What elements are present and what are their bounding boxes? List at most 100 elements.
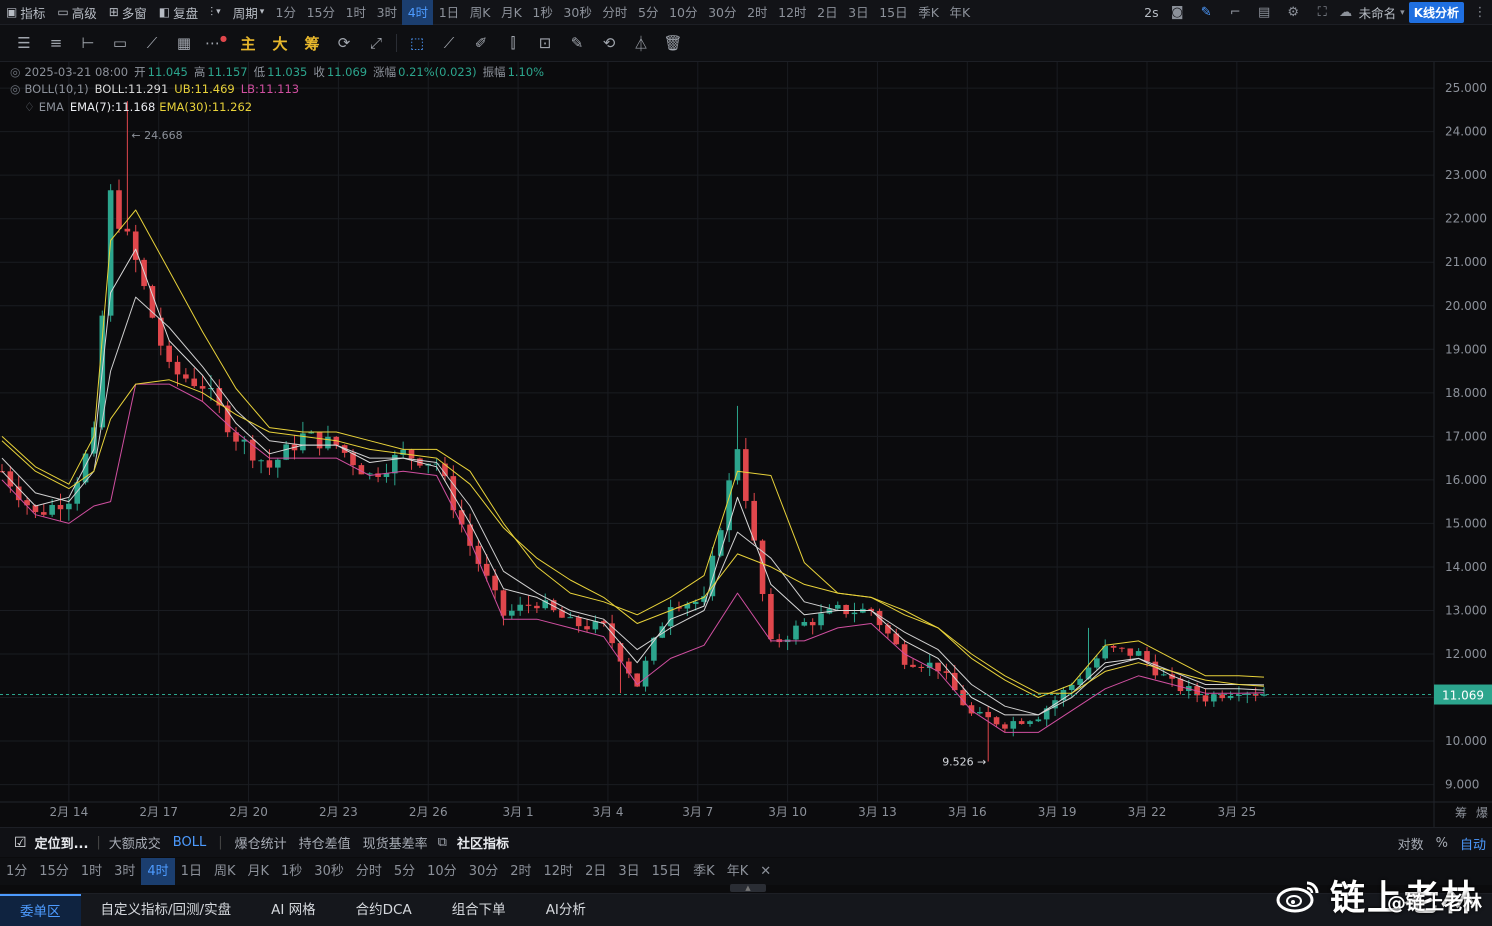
close-icon[interactable]: ✕ — [754, 858, 777, 885]
note-icon[interactable]: ✎ — [561, 34, 593, 52]
pattern-icon[interactable]: ⫿ — [497, 34, 529, 52]
bottom-period-19[interactable]: 季K — [687, 858, 721, 885]
ema-name[interactable]: EMA — [39, 100, 64, 114]
top-period-15[interactable]: 12时 — [773, 0, 812, 25]
top-period-2[interactable]: 1时 — [340, 0, 371, 25]
bottom-period-4[interactable]: 4时 — [141, 858, 175, 885]
more-icon[interactable]: ⋮ — [1468, 5, 1492, 20]
brush-icon[interactable]: ✐ — [465, 34, 497, 52]
log-scale-toggle[interactable]: 对数 — [1392, 834, 1430, 853]
bottom-period-0[interactable]: 1分 — [0, 858, 33, 885]
compare-icon[interactable]: ⟳ — [328, 34, 360, 52]
bottom-period-2[interactable]: 1时 — [75, 858, 108, 885]
basis-button[interactable]: 现货基差率 — [357, 833, 434, 852]
bottom-period-11[interactable]: 5分 — [388, 858, 421, 885]
rectangle-icon[interactable]: ▭ — [104, 34, 136, 52]
boll-button[interactable]: BOLL — [167, 835, 212, 850]
indicator-button[interactable]: ▣ 指标 — [0, 0, 51, 25]
bottom-tab-4[interactable]: 组合下单 — [432, 894, 526, 926]
resize-handle[interactable]: ▲ — [730, 884, 766, 892]
percent-scale-toggle[interactable]: % — [1430, 836, 1454, 851]
bottom-period-14[interactable]: 2时 — [504, 858, 537, 885]
top-period-7[interactable]: 月K — [496, 0, 527, 25]
top-period-17[interactable]: 3日 — [843, 0, 874, 25]
bottom-period-17[interactable]: 3日 — [612, 858, 645, 885]
top-period-13[interactable]: 30分 — [703, 0, 742, 25]
replay-button[interactable]: ◧ 复盘 — [153, 0, 204, 25]
magnet-icon[interactable]: ⟲ — [593, 34, 625, 52]
oi-diff-button[interactable]: 持仓差值 — [293, 833, 357, 852]
trendline-icon[interactable]: ⟋ — [433, 34, 465, 52]
top-period-18[interactable]: 15日 — [874, 0, 913, 25]
bottom-period-6[interactable]: 周K — [208, 858, 242, 885]
sliders-icon[interactable]: ☰ — [8, 34, 40, 52]
bottom-tab-2[interactable]: AI 网格 — [251, 894, 336, 926]
chart-canvas[interactable]: 25.000 24.000 23.000 22.000 21.000 20.000 19.0… — [0, 62, 1492, 827]
bottom-period-3[interactable]: 3时 — [108, 858, 141, 885]
kline-analysis-button[interactable]: K线分析 — [1408, 2, 1464, 23]
bottom-tab-3[interactable]: 合约DCA — [336, 894, 432, 926]
multi-window-button[interactable]: ⊞ 多窗 — [103, 0, 153, 25]
bottom-period-18[interactable]: 15日 — [646, 858, 688, 885]
bottom-period-15[interactable]: 12时 — [538, 858, 580, 885]
ruler-icon[interactable]: ⟋ — [136, 34, 168, 52]
bottom-period-7[interactable]: 月K — [241, 858, 275, 885]
bottom-period-13[interactable]: 30分 — [463, 858, 505, 885]
top-period-16[interactable]: 2日 — [812, 0, 843, 25]
top-period-8[interactable]: 1秒 — [527, 0, 558, 25]
locate-button[interactable]: 定位到... — [29, 833, 95, 852]
layout-name[interactable]: 未命名 — [1355, 3, 1401, 22]
top-period-0[interactable]: 1分 — [270, 0, 301, 25]
community-indicator-button[interactable]: 社区指标 — [451, 833, 515, 852]
eye-icon[interactable]: ◎ — [10, 82, 20, 96]
settings-icon[interactable]: ⚙ — [1279, 5, 1308, 20]
calendar-check-icon[interactable]: ☑ — [14, 835, 27, 851]
window-icon[interactable]: ▤ — [1250, 5, 1279, 20]
top-period-10[interactable]: 分时 — [597, 0, 633, 25]
trash-icon[interactable]: 🗑 — [657, 34, 689, 52]
bottom-period-12[interactable]: 10分 — [421, 858, 463, 885]
bottom-tab-5[interactable]: AI分析 — [526, 894, 606, 926]
bottom-tab-0[interactable]: 委单区 — [0, 893, 81, 926]
boll-name[interactable]: BOLL(10,1) — [24, 82, 88, 96]
period-dropdown[interactable]: 周期 ▾ — [227, 0, 271, 25]
top-period-1[interactable]: 15分 — [301, 0, 340, 25]
eye-icon[interactable]: ◎ — [10, 65, 20, 79]
kline-chart[interactable]: 25.000 24.000 23.000 22.000 21.000 20.000 19.0… — [0, 62, 1492, 827]
fullscreen-icon[interactable]: ⛶ — [1308, 5, 1337, 20]
chips-toggle[interactable]: 筹 — [296, 33, 328, 54]
lock-icon[interactable]: ⊡ — [529, 34, 561, 52]
pencil-icon[interactable]: ✎ — [1192, 5, 1221, 20]
top-period-14[interactable]: 2时 — [742, 0, 773, 25]
advanced-button[interactable]: ▭ 高级 — [51, 0, 102, 25]
auto-scale-toggle[interactable]: 自动 — [1454, 834, 1492, 853]
top-period-20[interactable]: 年K — [944, 0, 975, 25]
bottom-period-8[interactable]: 1秒 — [275, 858, 308, 885]
bottom-period-20[interactable]: 年K — [721, 858, 755, 885]
top-period-12[interactable]: 10分 — [664, 0, 703, 25]
bottom-period-16[interactable]: 2日 — [579, 858, 612, 885]
crop-icon[interactable]: ⌐ — [1221, 5, 1250, 20]
bottom-period-5[interactable]: 1日 — [175, 858, 208, 885]
chart-type-button[interactable]: ⫶ ▾ — [204, 0, 227, 25]
main-chart-toggle[interactable]: 主 — [232, 33, 264, 54]
top-period-11[interactable]: 5分 — [633, 0, 664, 25]
liquidation-button[interactable]: 爆仓统计 — [229, 833, 293, 852]
more-tools-icon[interactable]: ⋯● — [200, 34, 232, 52]
select-icon[interactable]: ⬚ — [401, 34, 433, 52]
top-period-3[interactable]: 3时 — [371, 0, 402, 25]
strategy-icon[interactable]: ⤢ — [360, 34, 392, 52]
bottom-period-10[interactable]: 分时 — [350, 858, 388, 885]
top-period-6[interactable]: 周K — [464, 0, 495, 25]
refresh-rate[interactable]: 2s — [1140, 5, 1162, 20]
bottom-tab-1[interactable]: 自定义指标/回测/实盘 — [81, 894, 252, 926]
top-period-9[interactable]: 30秒 — [558, 0, 597, 25]
filter-icon[interactable]: ⏃ — [625, 33, 657, 54]
measure-icon[interactable]: ▦ — [168, 34, 200, 52]
bottom-period-1[interactable]: 15分 — [33, 858, 75, 885]
lines-icon[interactable]: ≡ — [40, 34, 72, 52]
top-period-5[interactable]: 1日 — [433, 0, 464, 25]
bottom-period-9[interactable]: 30秒 — [308, 858, 350, 885]
camera-icon[interactable]: ◙ — [1163, 5, 1192, 20]
bell-icon[interactable]: ♢ — [24, 100, 35, 114]
